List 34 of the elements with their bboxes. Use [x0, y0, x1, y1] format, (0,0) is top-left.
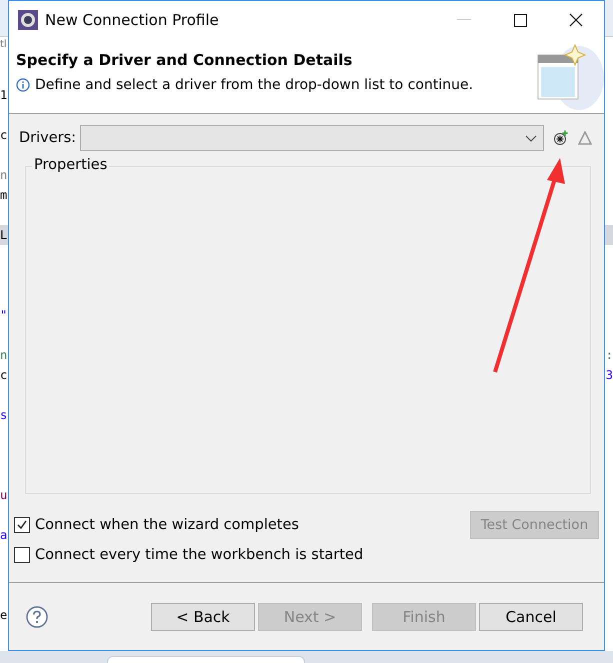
- code-text: n: [0, 168, 8, 182]
- checkbox[interactable]: [14, 547, 30, 563]
- back-button[interactable]: < Back: [151, 603, 255, 631]
- checkmark-icon: [16, 519, 28, 531]
- window-title: New Connection Profile: [45, 11, 220, 29]
- code-text: m: [0, 188, 8, 202]
- code-text: L: [0, 228, 8, 242]
- new-driver-icon[interactable]: [553, 130, 570, 146]
- info-icon: [16, 78, 30, 92]
- app-icon: [18, 10, 38, 30]
- code-text: s: [0, 408, 8, 422]
- code-text: n: [0, 348, 8, 362]
- close-icon[interactable]: [569, 13, 583, 27]
- help-icon[interactable]: [26, 606, 48, 628]
- chevron-icon: [525, 134, 538, 142]
- checkbox[interactable]: [14, 517, 30, 533]
- page-title: Specify a Driver and Connection Details: [16, 51, 354, 69]
- code-text: 3: [606, 368, 613, 382]
- code-text: ": [0, 308, 8, 322]
- code-text: e: [0, 608, 8, 622]
- group-title: Properties: [32, 157, 110, 173]
- drivers-label: Drivers:: [19, 130, 76, 146]
- code-text: a: [0, 528, 8, 542]
- code-text: c: [0, 368, 8, 382]
- maximize-icon[interactable]: [514, 14, 526, 26]
- checkbox-label: Connect every time the workbench is started: [35, 547, 364, 563]
- code-text: 1: [0, 88, 8, 102]
- code-text: u: [0, 488, 8, 502]
- cancel-button[interactable]: Cancel: [479, 603, 583, 631]
- checkbox-label: Connect when the wizard completes: [35, 517, 299, 533]
- code-text: c: [0, 128, 8, 142]
- tab-label: tl: [0, 39, 8, 52]
- code-text: :: [606, 348, 613, 362]
- page-description: Define and select a driver from the drop-down list to continue.: [35, 77, 474, 93]
